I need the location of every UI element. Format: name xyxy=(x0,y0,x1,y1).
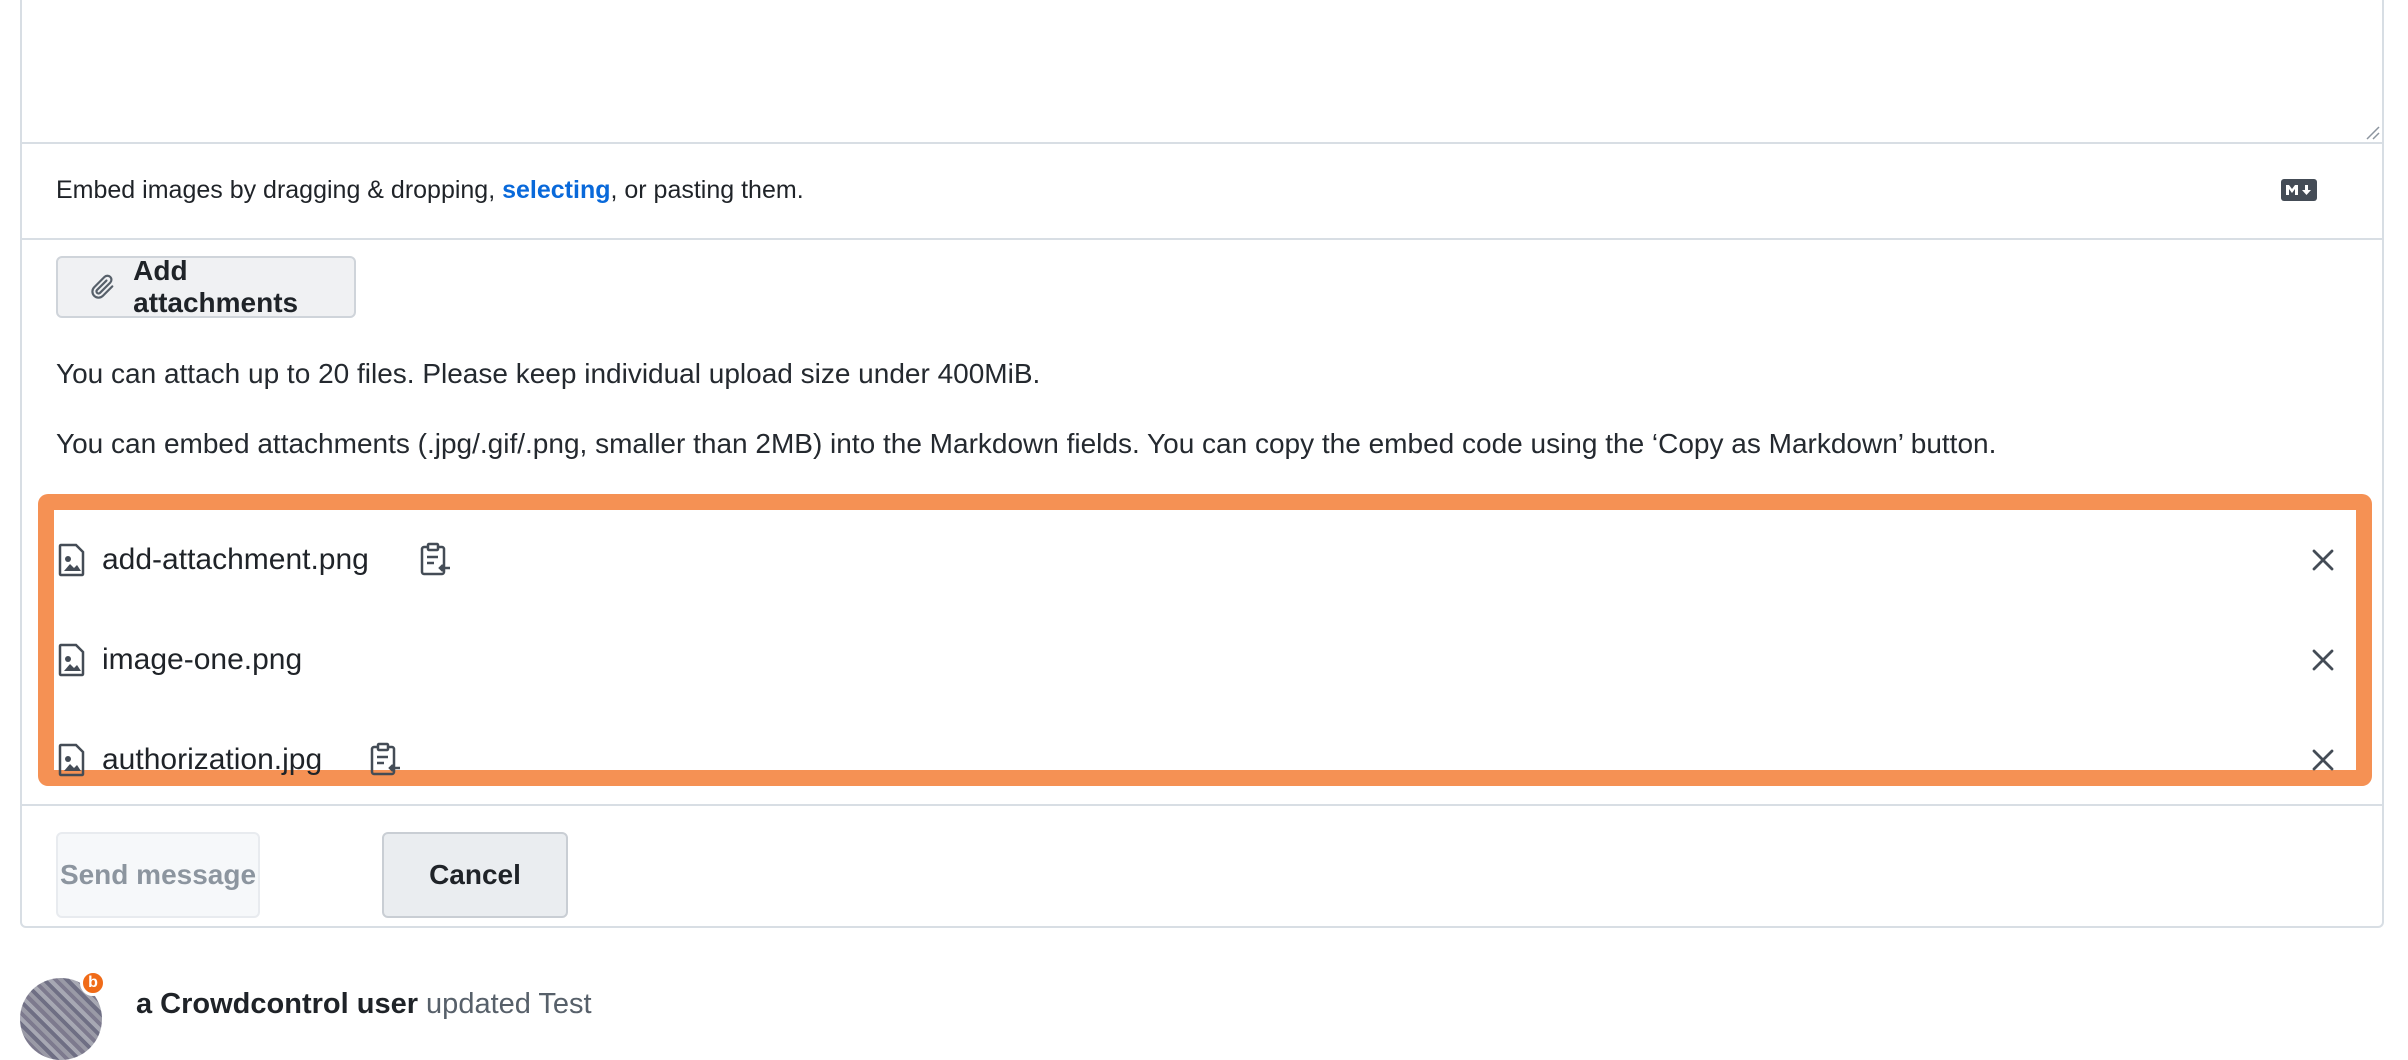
remove-attachment-icon[interactable] xyxy=(2310,647,2336,673)
activity-action: updated Test xyxy=(418,988,592,1020)
embed-hint-row: Embed images by dragging & dropping, sel… xyxy=(22,142,2382,240)
attachment-name: add-attachment.png xyxy=(102,543,369,576)
attachment-limit-info: You can attach up to 20 files. Please ke… xyxy=(56,358,1041,389)
attachment-row: authorization.jpg xyxy=(54,710,2356,810)
attachment-row: add-attachment.png xyxy=(54,510,2356,610)
image-file-icon xyxy=(58,743,85,777)
cancel-button[interactable]: Cancel xyxy=(382,832,568,918)
user-badge: b xyxy=(80,970,106,996)
paperclip-icon xyxy=(91,274,114,299)
copy-markdown-icon[interactable] xyxy=(418,542,452,578)
select-files-link[interactable]: selecting xyxy=(502,176,610,204)
activity-text: a Crowdcontrol user updated Test xyxy=(136,988,592,1021)
send-message-button[interactable]: Send message xyxy=(56,832,260,918)
attachment-embed-info: You can embed attachments (.jpg/.gif/.pn… xyxy=(56,428,1997,459)
attachment-name: authorization.jpg xyxy=(102,743,323,776)
image-file-icon xyxy=(58,643,85,677)
actions-divider xyxy=(22,804,2382,806)
attachment-list: add-attachment.png image-one.png authori… xyxy=(38,494,2372,786)
embed-hint: Embed images by dragging & dropping, sel… xyxy=(56,176,804,204)
markdown-icon xyxy=(2281,179,2317,201)
image-file-icon xyxy=(58,543,85,577)
attachment-row: image-one.png xyxy=(54,610,2356,710)
copy-markdown-icon[interactable] xyxy=(368,742,402,778)
activity-user-link[interactable]: a Crowdcontrol user xyxy=(136,988,418,1020)
remove-attachment-icon[interactable] xyxy=(2310,747,2336,773)
comment-form: Embed images by dragging & dropping, sel… xyxy=(20,0,2384,928)
message-textarea[interactable] xyxy=(22,0,2382,144)
resize-grip-icon[interactable] xyxy=(2364,124,2380,140)
attachment-name: image-one.png xyxy=(102,643,303,676)
add-attachments-button[interactable]: Add attachments xyxy=(56,255,356,318)
remove-attachment-icon[interactable] xyxy=(2310,547,2336,573)
add-attachments-label: Add attachments xyxy=(133,255,299,318)
